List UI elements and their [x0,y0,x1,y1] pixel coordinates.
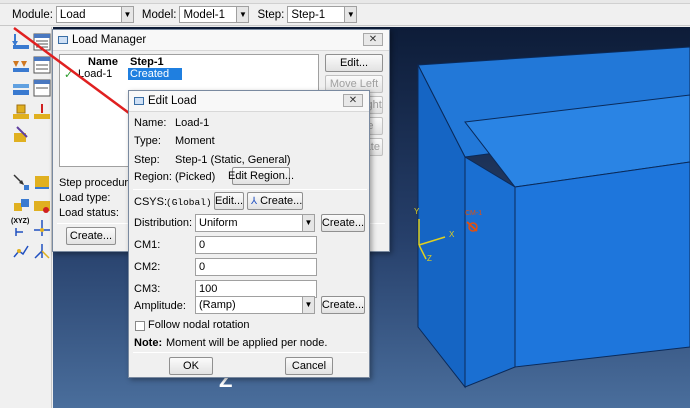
region-value: (Picked) [175,171,216,183]
triad-y-label: Y [414,207,420,216]
region-label: Region: [134,171,172,183]
module-select[interactable]: Load ▼ [55,6,134,23]
edit-load-titlebar[interactable]: Edit Load ✕ [129,91,369,112]
step-value: Step-1 [291,8,326,21]
chevron-down-icon: ▼ [302,297,314,313]
cancel-button[interactable]: Cancel [285,357,333,375]
ok-button[interactable]: OK [169,357,213,375]
window-icon [134,97,144,105]
note-label: Note: [134,337,163,349]
cm1-field[interactable]: 0 [195,236,317,254]
load-status-label: Load status: [59,207,119,219]
model-label: Model: [141,8,177,21]
cm3-label: CM3: [134,283,161,295]
follow-rotation-label: Follow nodal rotation [148,319,250,331]
datum-csys-icon[interactable]: (XYZ) [11,218,31,238]
predefined-field-manager-icon[interactable] [32,78,52,98]
csys-label: CSYS: [134,196,168,208]
distribution-select[interactable]: Uniform ▼ [195,214,315,232]
amplitude-label: Amplitude: [134,300,186,312]
divider [133,189,367,190]
query-icon[interactable] [11,241,31,261]
predefined-field-icon[interactable] [11,78,31,98]
col-header-name: Name [88,56,118,68]
context-bar: Module: Load ▼ Model: Model-1 ▼ Step: St… [0,4,690,26]
bc-create-icon[interactable] [11,55,31,75]
datum-tools-icon[interactable] [32,195,52,215]
load-case-manager-icon[interactable] [32,102,52,122]
load-type-label: Load type: [59,192,111,204]
edit-region-button[interactable]: Edit Region... [228,167,294,185]
type-label: Type: [134,135,161,147]
module-label: Module: [12,8,53,21]
triad-x-label: X [449,230,455,239]
step-select[interactable]: Step-1 ▼ [287,6,358,23]
col-header-step: Step-1 [130,56,164,68]
load-manager-title: Load Manager [72,34,147,46]
edit-load-title: Edit Load [148,95,197,107]
manager-icon[interactable] [11,195,31,215]
distribution-label: Distribution: [134,217,193,229]
step-label: Step: [257,8,285,21]
distribution-create-button[interactable]: Create... [321,214,365,232]
name-label: Name: [134,117,167,129]
check-icon: ✓ [64,69,74,81]
csys-create-button[interactable]: ⅄ Create... [247,192,303,210]
chevron-down-icon: ▼ [120,7,133,22]
name-value: Load-1 [175,117,210,129]
chevron-down-icon: ▼ [302,215,314,231]
csys-value: (Global) [166,197,212,208]
step-procedure-label: Step procedure: [59,177,138,189]
distribution-value: Uniform [199,217,238,229]
load-create-icon[interactable] [11,32,31,52]
module-value: Load [59,8,86,21]
step-label: Step: [134,154,160,166]
chevron-down-icon: ▼ [344,7,357,22]
connector-load-icon[interactable] [32,172,52,192]
datum-axis-icon[interactable] [32,241,52,261]
csys-edit-button[interactable]: Edit... [214,192,244,210]
cm2-field[interactable]: 0 [195,258,317,276]
triad-z-label: Z [427,254,432,263]
load-case-icon[interactable] [11,102,31,122]
edit-button[interactable]: Edit... [325,54,383,72]
divider [133,352,367,353]
bc-manager-icon[interactable] [32,55,52,75]
amplitude-create-button[interactable]: Create... [321,296,365,314]
coordinate-system-icon[interactable] [32,218,52,238]
close-icon[interactable]: ✕ [363,33,383,46]
model-select[interactable]: Model-1 ▼ [179,6,250,23]
amplitude-select[interactable]: (Ramp) ▼ [195,296,315,314]
chevron-down-icon: ▼ [236,7,249,22]
row-name: Load-1 [78,68,113,80]
load-manager-titlebar[interactable]: Load Manager ✕ [53,30,389,51]
follow-rotation-checkbox[interactable] [135,321,145,331]
moment-label: CM-1 [465,210,483,217]
create-load-button[interactable]: Create... [66,227,116,245]
step-value: Step-1 (Static, General) [175,154,291,166]
model-value: Model-1 [183,8,226,21]
cm1-label: CM1: [134,239,161,251]
row-status[interactable]: Created [128,68,182,80]
close-icon[interactable]: ✕ [343,94,363,107]
csys-create-icon: ⅄ [251,195,258,207]
table-row[interactable]: ✓ Load-1 Created [62,68,312,82]
load-manager-icon[interactable] [32,32,52,52]
cm2-label: CM2: [134,261,161,273]
special-icon[interactable] [11,125,31,145]
amplitude-value: (Ramp) [199,299,236,311]
window-icon [58,36,68,44]
csys-create-label: Create... [260,195,303,207]
type-value: Moment [175,135,215,147]
module-toolbox: (XYZ) [0,27,52,408]
note-text: Moment will be applied per node. [166,337,328,349]
create-amplitude-icon[interactable] [11,172,31,192]
edit-load-dialog: Edit Load ✕ Name: Load-1 Type: Moment St… [128,90,370,378]
